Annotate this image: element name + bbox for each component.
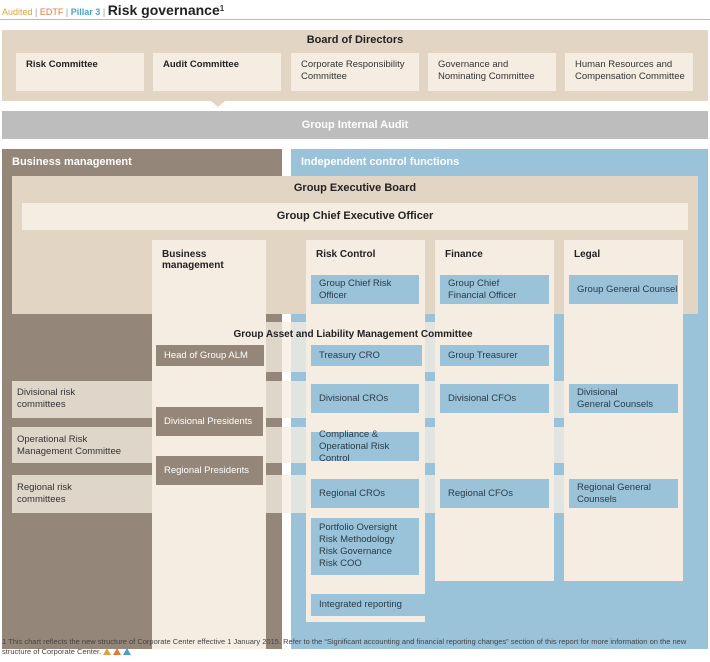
corporate-responsibility-committee: Corporate Responsibility Committee: [291, 53, 419, 91]
divisional-general-counsels: Divisional General Counsels: [569, 384, 678, 413]
title-footnote-mark: 1: [219, 4, 225, 13]
operational-risk-committee-label: Operational Risk Management Committee: [17, 434, 122, 457]
compliance-operational-risk-control: Compliance & Operational Risk Control: [311, 429, 419, 464]
audit-committee: Audit Committee: [153, 53, 281, 91]
divisional-cfos: Divisional CFOs: [440, 384, 549, 413]
treasury-cro: Treasury CRO: [311, 345, 422, 366]
group-cro-box: Group Chief Risk Officer: [311, 275, 419, 304]
group-treasurer: Group Treasurer: [440, 345, 549, 366]
footnote: 1 This chart reflects the new structure …: [2, 637, 708, 657]
header-divider: [0, 19, 710, 20]
board-title: Board of Directors: [306, 34, 404, 46]
regional-cfos: Regional CFOs: [440, 479, 549, 508]
group-cfo-box: Group Chief Financial Officer: [440, 275, 549, 304]
edtf-tag: EDTF: [39, 7, 64, 17]
portfolio-oversight-box: Portfolio Oversight Risk Methodology Ris…: [311, 518, 419, 575]
risk-control-column-header: Risk Control: [316, 249, 376, 260]
page-title: Risk governance: [107, 2, 220, 18]
group-internal-audit: Group Internal Audit: [2, 111, 708, 139]
head-of-group-alm: Head of Group ALM: [156, 345, 264, 366]
connector-arrow: [211, 101, 225, 107]
regional-general-counsels: Regional General Counsels: [569, 479, 678, 508]
divisional-cros: Divisional CROs: [311, 384, 419, 413]
group-executive-board-title: Group Executive Board: [293, 182, 417, 194]
business-management-heading: Business management: [12, 156, 132, 168]
audited-tag: Audited: [2, 7, 33, 17]
integrated-reporting: Integrated reporting: [311, 594, 549, 616]
divisional-risk-committees-label: Divisional risk committees: [17, 387, 76, 410]
finance-column-header: Finance: [445, 249, 483, 260]
business-column-header: Business management: [162, 249, 224, 271]
legal-column-header: Legal: [574, 249, 601, 260]
risk-committee: Risk Committee: [16, 53, 144, 91]
group-general-counsel-box: Group General Counsel: [569, 275, 678, 304]
page-header: Audited | EDTF | Pillar 3 | Risk governa…: [2, 2, 225, 18]
regional-risk-committees-label: Regional risk committees: [17, 482, 72, 505]
edtf-triangle-icon: [113, 648, 122, 655]
pillar-triangle-icon: [123, 648, 132, 655]
divisional-presidents: Divisional Presidents: [156, 407, 263, 436]
regional-presidents: Regional Presidents: [156, 456, 263, 485]
audited-triangle-icon: [103, 648, 112, 655]
governance-nominating-committee: Governance and Nominating Committee: [428, 53, 556, 91]
regional-cros: Regional CROs: [311, 479, 419, 508]
group-ceo: Group Chief Executive Officer: [22, 203, 688, 230]
group-alm-committee-title: Group Asset and Liability Management Com…: [233, 329, 473, 340]
pillar-tag: Pillar 3: [70, 7, 101, 17]
independent-control-heading: Independent control functions: [301, 156, 460, 168]
hr-compensation-committee: Human Resources and Compensation Committ…: [565, 53, 693, 91]
